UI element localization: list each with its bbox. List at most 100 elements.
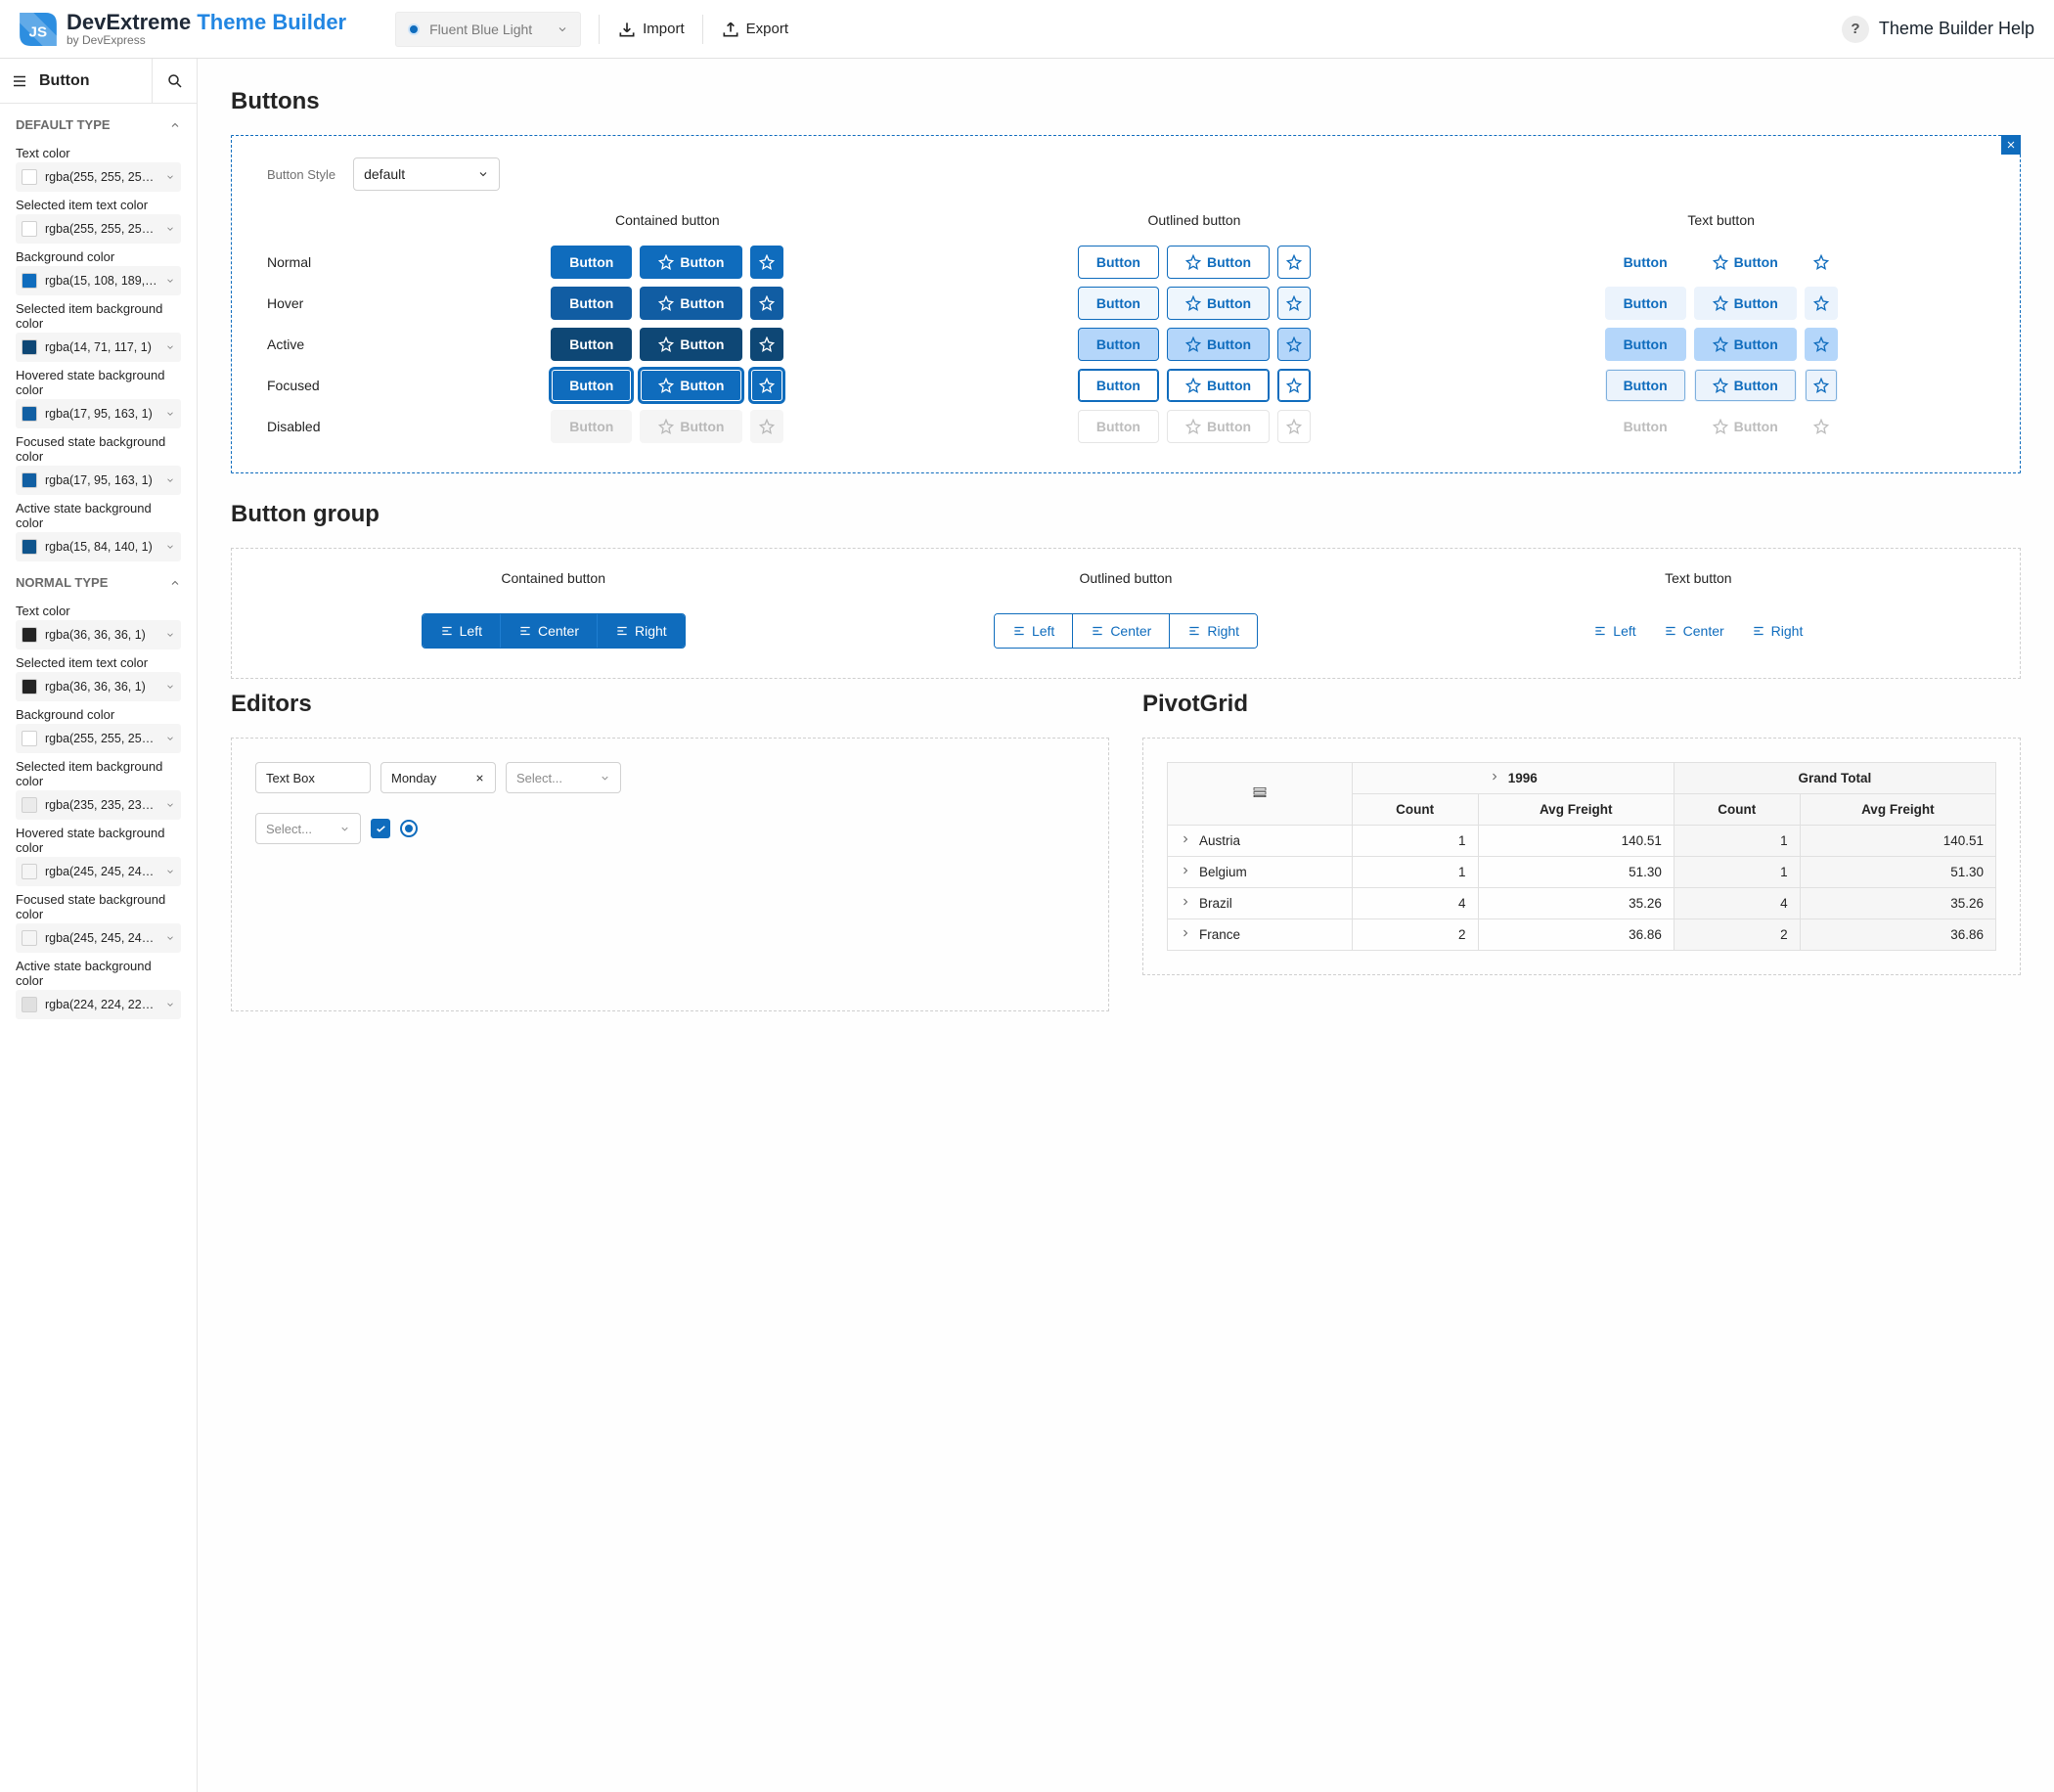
row-label: Focused xyxy=(267,378,404,393)
button-group-segment[interactable]: Right xyxy=(1738,614,1817,648)
textbox-input[interactable]: Text Box xyxy=(255,762,371,793)
radio-selected[interactable] xyxy=(400,820,418,837)
button-group-segment[interactable]: Left xyxy=(995,614,1073,648)
color-swatch-icon xyxy=(22,221,37,237)
pivot-row-header[interactable]: Austria xyxy=(1168,826,1353,857)
color-input[interactable]: rgba(245, 245, 245, 1) xyxy=(16,857,181,886)
example-button-with-icon[interactable]: Button xyxy=(1694,328,1797,361)
example-button[interactable]: Button xyxy=(551,287,632,320)
color-input[interactable]: rgba(255, 255, 255, 1) xyxy=(16,724,181,753)
example-button-with-icon[interactable]: Button xyxy=(1167,328,1270,361)
pivot-row-header[interactable]: Brazil xyxy=(1168,888,1353,919)
pivot-cell: 36.86 xyxy=(1478,919,1674,951)
example-icon-button[interactable] xyxy=(750,246,783,279)
example-button-with-icon[interactable]: Button xyxy=(640,369,742,402)
pivot-row-header[interactable]: France xyxy=(1168,919,1353,951)
button-group-segment[interactable]: Center xyxy=(501,614,598,648)
color-input[interactable]: rgba(224, 224, 224, 1) xyxy=(16,990,181,1019)
tag-remove-icon[interactable] xyxy=(474,773,485,784)
button-group: LeftCenterRight xyxy=(422,613,686,649)
export-button[interactable]: Export xyxy=(721,20,788,39)
star-icon xyxy=(658,378,674,393)
example-button[interactable]: Button xyxy=(1605,287,1686,320)
menu-toggle[interactable] xyxy=(0,72,39,90)
example-button-with-icon[interactable]: Button xyxy=(640,287,742,320)
example-icon-button[interactable] xyxy=(1277,369,1311,402)
example-icon-button[interactable] xyxy=(1805,328,1838,361)
brand-logo[interactable]: JS DevExtreme Theme Builder by DevExpres… xyxy=(20,12,346,47)
sidebar-search-button[interactable] xyxy=(152,59,197,104)
button-group-segment[interactable]: Center xyxy=(1073,614,1170,648)
color-input[interactable]: rgba(17, 95, 163, 1) xyxy=(16,399,181,428)
color-input[interactable]: rgba(17, 95, 163, 1) xyxy=(16,466,181,495)
import-button[interactable]: Import xyxy=(617,20,685,39)
example-icon-button[interactable] xyxy=(750,369,783,402)
color-input[interactable]: rgba(255, 255, 255, 1) xyxy=(16,162,181,192)
pivot-row-header[interactable]: Belgium xyxy=(1168,857,1353,888)
example-button[interactable]: Button xyxy=(1078,246,1159,279)
selectbox-1[interactable]: Select... xyxy=(506,762,621,793)
example-button[interactable]: Button xyxy=(1605,328,1686,361)
color-input[interactable]: rgba(235, 235, 235, 1) xyxy=(16,790,181,820)
example-icon-button[interactable] xyxy=(1805,246,1838,279)
selectbox-2[interactable]: Select... xyxy=(255,813,361,844)
example-button-with-icon[interactable]: Button xyxy=(1167,246,1270,279)
help-link[interactable]: Theme Builder Help xyxy=(1879,19,2034,39)
example-button-with-icon[interactable]: Button xyxy=(1167,369,1270,402)
color-input[interactable]: rgba(255, 255, 255, 1) xyxy=(16,214,181,244)
color-input[interactable]: rgba(245, 245, 245, 1) xyxy=(16,923,181,953)
button-group-segment[interactable]: Left xyxy=(1580,614,1649,648)
example-button[interactable]: Button xyxy=(1078,287,1159,320)
sidebar-section-header[interactable]: NORMAL TYPE xyxy=(16,561,181,598)
color-input[interactable]: rgba(36, 36, 36, 1) xyxy=(16,672,181,701)
button-group-segment[interactable]: Right xyxy=(1170,614,1257,648)
example-button[interactable]: Button xyxy=(1078,328,1159,361)
color-value: rgba(15, 84, 140, 1) xyxy=(45,540,157,554)
example-button-with-icon[interactable]: Button xyxy=(1694,287,1797,320)
checkbox-checked[interactable] xyxy=(371,819,390,838)
chevron-down-icon xyxy=(165,933,175,943)
example-button[interactable]: Button xyxy=(551,246,632,279)
button-style-select[interactable]: default xyxy=(353,157,500,191)
color-input[interactable]: rgba(15, 84, 140, 1) xyxy=(16,532,181,561)
example-button-with-icon[interactable]: Button xyxy=(640,328,742,361)
example-icon-button xyxy=(1805,410,1838,443)
example-icon-button[interactable] xyxy=(750,287,783,320)
pivot-grand-total-header: Grand Total xyxy=(1674,763,1995,794)
color-value: rgba(224, 224, 224, 1) xyxy=(45,998,157,1011)
example-button[interactable]: Button xyxy=(1605,246,1686,279)
pivot-field-chooser[interactable] xyxy=(1168,763,1353,826)
example-icon-button[interactable] xyxy=(1805,287,1838,320)
button-group-segment[interactable]: Center xyxy=(1650,614,1738,648)
example-button-with-icon[interactable]: Button xyxy=(1167,287,1270,320)
color-swatch-icon xyxy=(22,273,37,289)
example-icon-button[interactable] xyxy=(1805,369,1838,402)
color-input[interactable]: rgba(15, 108, 189, 1) xyxy=(16,266,181,295)
example-icon-button[interactable] xyxy=(1277,328,1311,361)
color-input[interactable]: rgba(36, 36, 36, 1) xyxy=(16,620,181,650)
example-button[interactable]: Button xyxy=(551,328,632,361)
row-label: Hover xyxy=(267,295,404,311)
star-icon xyxy=(1185,419,1201,434)
color-swatch-icon xyxy=(22,679,37,694)
help-icon[interactable]: ? xyxy=(1842,16,1869,43)
close-selection-button[interactable] xyxy=(2001,135,2021,155)
button-group-segment[interactable]: Right xyxy=(598,614,685,648)
example-icon-button[interactable] xyxy=(750,328,783,361)
example-button-with-icon[interactable]: Button xyxy=(640,246,742,279)
theme-select[interactable]: Fluent Blue Light xyxy=(395,12,581,47)
example-icon-button[interactable] xyxy=(1277,287,1311,320)
example-button[interactable]: Button xyxy=(1078,369,1159,402)
sidebar-section-header[interactable]: DEFAULT TYPE xyxy=(16,104,181,140)
button-group-segment[interactable]: Left xyxy=(423,614,501,648)
pivot-column-header[interactable]: 1996 xyxy=(1352,763,1674,794)
color-input[interactable]: rgba(14, 71, 117, 1) xyxy=(16,333,181,362)
tagbox-input[interactable]: Monday xyxy=(380,762,496,793)
section-title-pivotgrid: PivotGrid xyxy=(1142,691,2021,718)
example-button-with-icon[interactable]: Button xyxy=(1694,246,1797,279)
example-button[interactable]: Button xyxy=(1605,369,1686,402)
example-button-with-icon[interactable]: Button xyxy=(1694,369,1797,402)
example-button[interactable]: Button xyxy=(551,369,632,402)
example-icon-button[interactable] xyxy=(1277,246,1311,279)
star-icon xyxy=(658,295,674,311)
